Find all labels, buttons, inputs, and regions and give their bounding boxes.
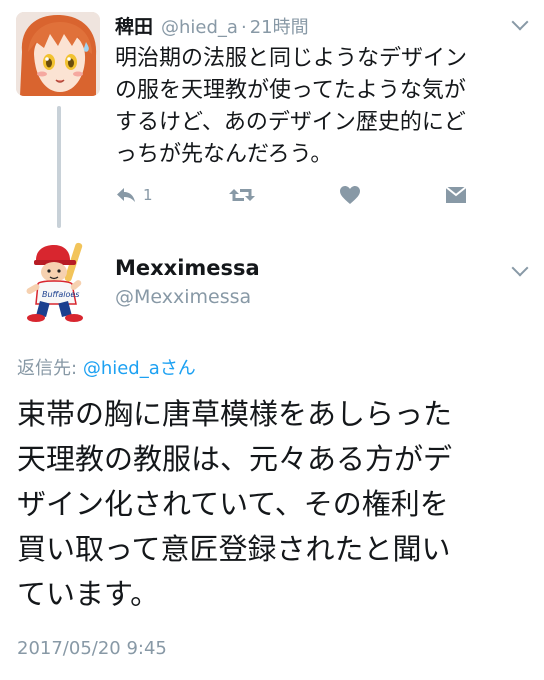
avatar[interactable] bbox=[16, 12, 100, 96]
tweet-text: 束帯の胸に唐草模様をあしらった 天理教の教服は、元々ある方がデ ザイン化されてい… bbox=[17, 392, 537, 617]
reply-mention-link[interactable]: @hied_aさん bbox=[83, 358, 196, 379]
display-name[interactable]: Mexximessa bbox=[115, 256, 260, 280]
mascot-avatar-illustration: Buffaloes bbox=[26, 242, 83, 322]
user-handle[interactable]: @hied_a bbox=[161, 17, 238, 38]
tweet-text-line: ザイン化されていて、その権利を bbox=[17, 487, 449, 521]
reply-to-label: 返信先: bbox=[17, 358, 78, 379]
tweet-actions: 1 bbox=[115, 180, 515, 210]
retweet-icon bbox=[229, 189, 255, 201]
tweet-text-line: 買い取って意匠登録されたと聞い bbox=[17, 532, 451, 566]
tweet-text-line: ています。 bbox=[17, 577, 160, 611]
user-handle[interactable]: @Mexximessa bbox=[115, 286, 251, 308]
relative-time[interactable]: 21時間 bbox=[250, 13, 309, 39]
tweet-text-line: の服を天理教が使ってたような気が bbox=[115, 78, 466, 103]
tweet-text-line: っちが先なんだろう。 bbox=[115, 142, 333, 167]
reply-icon bbox=[117, 188, 135, 202]
tweet-text-line: 明治期の法服と同じようなデザイン bbox=[115, 46, 468, 71]
anime-avatar-illustration bbox=[16, 12, 100, 96]
chevron-down-icon[interactable] bbox=[511, 13, 529, 31]
reply-context: 返信先: @hied_aさん bbox=[17, 354, 196, 380]
tweet-header: 稗田 @hied_a · 21時間 bbox=[115, 12, 309, 40]
display-name[interactable]: 稗田 bbox=[115, 12, 153, 39]
separator-dot: · bbox=[240, 17, 247, 38]
thread-connector-line bbox=[57, 106, 61, 228]
svg-text:Buffaloes: Buffaloes bbox=[42, 290, 79, 299]
tweet-text-line: 天理教の教服は、元々ある方がデ bbox=[17, 442, 453, 476]
tweet-text: 明治期の法服と同じようなデザイン の服を天理教が使ってたような気が するけど、あ… bbox=[115, 43, 520, 171]
avatar[interactable]: Buffaloes bbox=[20, 238, 98, 324]
like-icon bbox=[340, 186, 360, 204]
direct-message-icon bbox=[445, 186, 467, 203]
chevron-down-icon[interactable] bbox=[511, 259, 529, 277]
reply-count: 1 bbox=[143, 186, 153, 204]
parent-tweet[interactable]: 稗田 @hied_a · 21時間 明治期の法服と同じようなデザイン の服を天理… bbox=[0, 0, 544, 228]
reply-button[interactable]: 1 bbox=[115, 180, 153, 210]
retweet-button[interactable] bbox=[228, 180, 256, 210]
tweet-timestamp[interactable]: 2017/05/20 9:45 bbox=[17, 638, 167, 659]
like-button[interactable] bbox=[339, 180, 361, 210]
direct-message-button[interactable] bbox=[445, 180, 467, 210]
tweet-text-line: 束帯の胸に唐草模様をあしらった bbox=[17, 397, 453, 431]
tweet-text-line: するけど、あのデザイン歴史的にど bbox=[115, 110, 466, 135]
